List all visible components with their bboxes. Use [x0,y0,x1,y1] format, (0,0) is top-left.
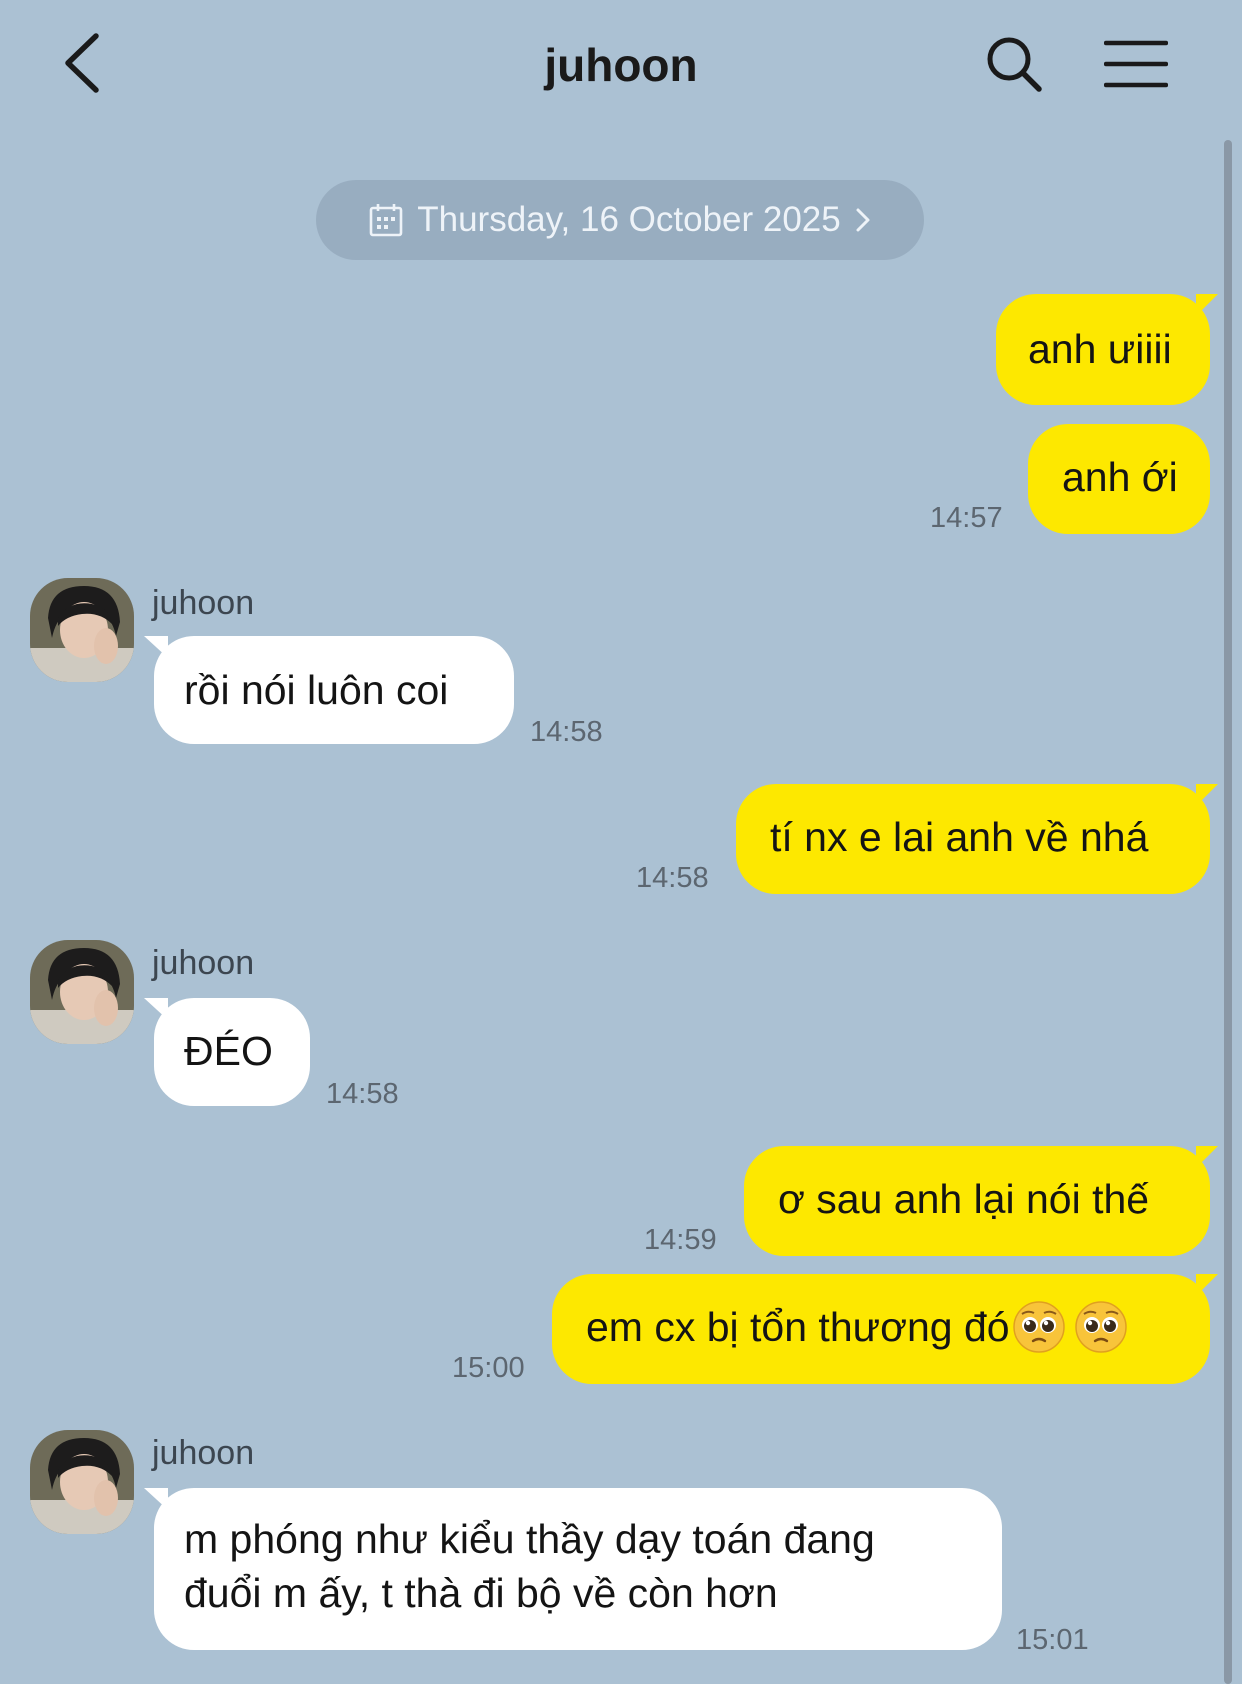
chat-title: juhoon [544,39,698,91]
message-text-line: m phóng như kiểu thầy dạy toán đang [184,1516,875,1562]
pleading-face-emoji [1074,1301,1127,1353]
outgoing-message[interactable]: em cx bị tổn thương đó [552,1274,1218,1384]
message-time: 14:58 [636,862,709,894]
outgoing-message[interactable]: anh ưiiii [996,294,1218,405]
outgoing-message[interactable]: tí nx e lai anh về nhá [736,784,1218,894]
message-time: 15:01 [1016,1624,1089,1656]
pleading-face-emoji [1012,1301,1065,1353]
message-time: 14:58 [326,1078,399,1110]
menu-icon[interactable] [1104,38,1168,90]
incoming-message[interactable]: m phóng như kiểu thầy dạy toán đang đuổi… [144,1488,1002,1650]
avatar[interactable] [30,578,134,682]
chat-header: juhoon [0,0,1242,132]
search-icon[interactable] [984,34,1044,94]
outgoing-message[interactable]: anh ới [1028,424,1210,534]
message-text: anh ới [1062,454,1178,500]
chevron-right-icon [856,208,870,232]
scrollbar[interactable] [1224,140,1232,1684]
message-text: em cx bị tổn thương đó [586,1304,1010,1350]
avatar[interactable] [30,940,134,1044]
message-text: tí nx e lai anh về nhá [770,814,1149,860]
outgoing-message[interactable]: ơ sau anh lại nói thế [744,1146,1218,1256]
message-text: rồi nói luôn coi [184,667,449,713]
message-text: ơ sau anh lại nói thế [778,1176,1150,1222]
message-time: 14:58 [530,716,603,748]
date-pill[interactable]: Thursday, 16 October 2025 [316,180,924,260]
date-label: Thursday, 16 October 2025 [417,200,841,239]
sender-name: juhoon [152,1434,255,1472]
incoming-message[interactable]: ĐÉO [144,998,310,1106]
message-time: 14:57 [930,502,1003,534]
avatar[interactable] [30,1430,134,1534]
message-text: ĐÉO [184,1028,273,1074]
incoming-message[interactable]: rồi nói luôn coi [144,636,514,744]
calendar-icon [369,204,403,237]
message-text-line: đuổi m ấy, t thà đi bộ về còn hơn [184,1570,778,1616]
message-text: anh ưiiii [1028,326,1172,372]
message-time: 15:00 [452,1352,525,1384]
sender-name: juhoon [152,584,255,622]
sender-name: juhoon [152,944,255,982]
message-time: 14:59 [644,1224,717,1256]
